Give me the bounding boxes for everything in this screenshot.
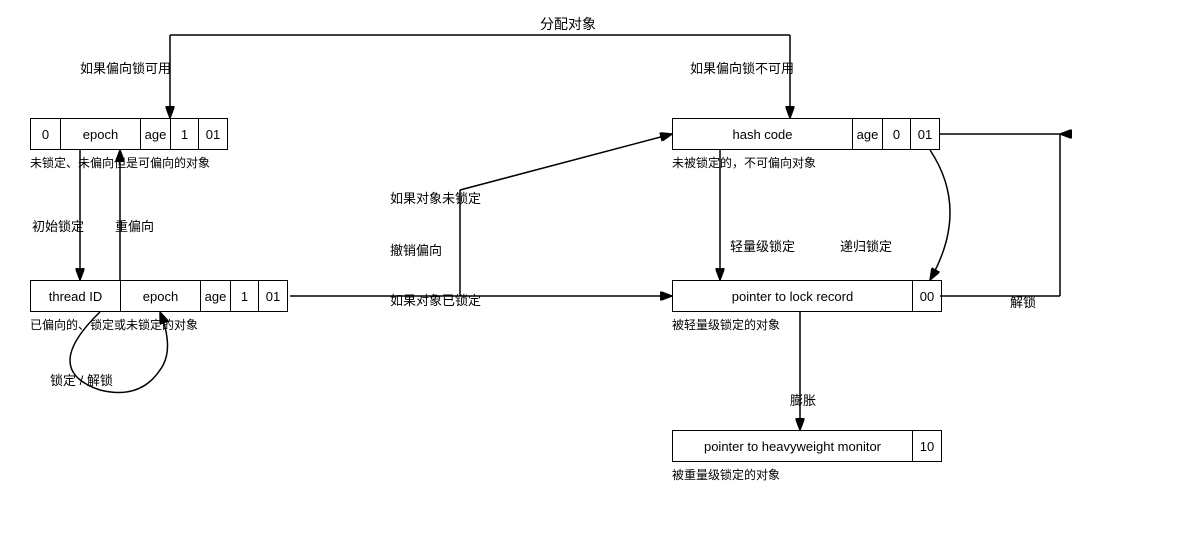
box5-desc: 被重量级锁定的对象	[672, 466, 780, 483]
box2-biased: thread ID epoch age 1 01	[30, 280, 288, 312]
box1-desc: 未锁定、未偏向但是可偏向的对象	[30, 154, 210, 171]
lightweight-label: 轻量级锁定	[730, 236, 795, 255]
box3-cell-age: age	[853, 119, 883, 149]
if-locked-label: 如果对象已锁定	[390, 290, 481, 309]
box3-unhashable: hash code age 0 01	[672, 118, 940, 150]
box3-cell-hashcode: hash code	[673, 119, 853, 149]
box2-cell-age: age	[201, 281, 231, 311]
box1-unlocked-biasable: 0 epoch age 1 01	[30, 118, 228, 150]
recursive-label: 递归锁定	[840, 236, 892, 255]
initial-lock-label: 初始锁定	[32, 216, 84, 235]
box1-cell-01: 01	[199, 119, 227, 149]
box1-cell-0: 0	[31, 119, 61, 149]
box2-desc: 已偏向的、锁定或未锁定的对象	[30, 316, 198, 333]
left-branch-label: 如果偏向锁可用	[80, 58, 171, 77]
box4-cell-00: 00	[913, 281, 941, 311]
lock-unlock-label: 锁定 / 解锁	[50, 370, 113, 389]
inflate-label: 膨胀	[790, 390, 816, 409]
diagram: 分配对象 如果偏向锁可用 如果偏向锁不可用 0 epoch age 1 01 未…	[0, 0, 1186, 560]
box2-cell-1: 1	[231, 281, 259, 311]
box2-cell-threadid: thread ID	[31, 281, 121, 311]
box1-cell-age: age	[141, 119, 171, 149]
box1-cell-epoch: epoch	[61, 119, 141, 149]
box2-cell-epoch: epoch	[121, 281, 201, 311]
unlock-label: 解锁	[1010, 292, 1036, 311]
right-branch-label: 如果偏向锁不可用	[690, 58, 794, 77]
box4-desc: 被轻量级锁定的对象	[672, 316, 780, 333]
box3-cell-0: 0	[883, 119, 911, 149]
box1-cell-1: 1	[171, 119, 199, 149]
box5-heavyweight: pointer to heavyweight monitor 10	[672, 430, 942, 462]
box3-desc: 未被锁定的，不可偏向对象	[672, 154, 816, 171]
box2-cell-01: 01	[259, 281, 287, 311]
box3-cell-01: 01	[911, 119, 939, 149]
box4-lightweight: pointer to lock record 00	[672, 280, 942, 312]
box4-cell-pointer: pointer to lock record	[673, 281, 913, 311]
top-label: 分配对象	[540, 14, 596, 34]
cancel-bias-label: 撤销偏向	[390, 240, 442, 259]
rebias-label: 重偏向	[115, 216, 154, 235]
box5-cell-10: 10	[913, 431, 941, 461]
if-unlocked-label: 如果对象未锁定	[390, 188, 481, 207]
box5-cell-pointer: pointer to heavyweight monitor	[673, 431, 913, 461]
